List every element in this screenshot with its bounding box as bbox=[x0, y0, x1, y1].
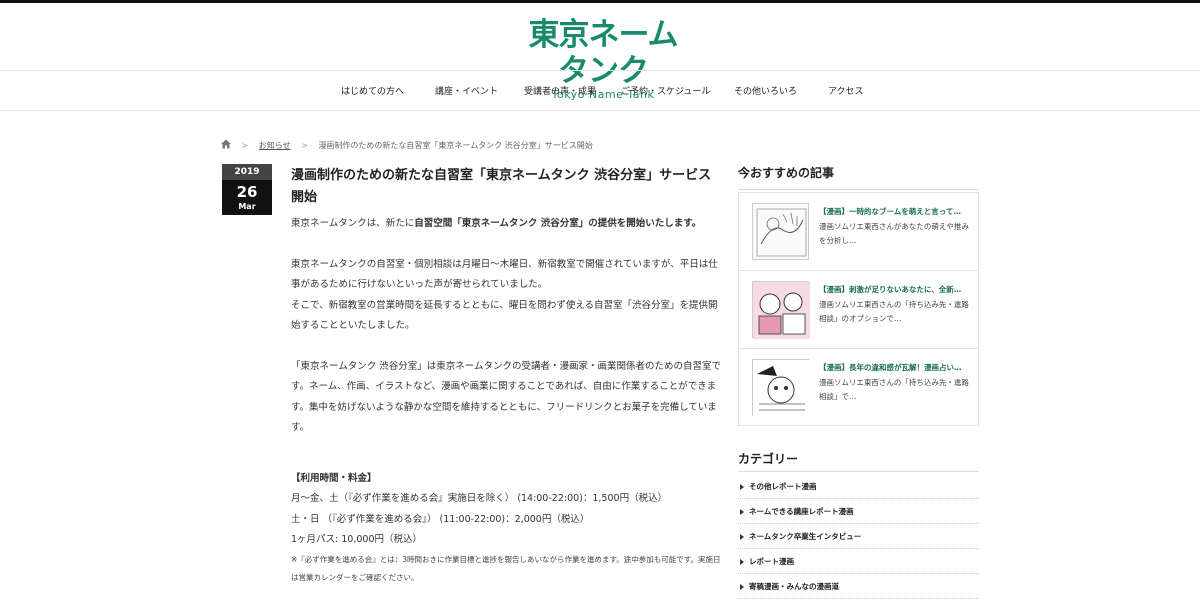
date-day: 26 bbox=[236, 183, 258, 201]
fee-note: ※『必ず作業を進める会』とは：3時間おきに作業目標と進捗を報告しあいながら作業を… bbox=[291, 554, 721, 582]
category-label: その他レポート漫画 bbox=[749, 482, 817, 491]
article-paragraph: 「東京ネームタンク 渋谷分室」は東京ネームタンクの受講者・漫画家・画業関係者のた… bbox=[291, 360, 721, 434]
category-heading: カテゴリー bbox=[738, 450, 979, 472]
fee-heading: 【利用時間・料金】 bbox=[291, 472, 377, 484]
nav-item-schedule[interactable]: ご予約・スケジュール bbox=[621, 84, 710, 97]
category-item[interactable]: レポート漫画 bbox=[738, 549, 979, 574]
recommend-heading: 今おすすめの記事 bbox=[738, 164, 979, 190]
recommended-item[interactable]: 【漫画】刺激が足りないあなたに、全新… 漫画ソムリエ東西さんの「持ち込み先・進路… bbox=[739, 271, 978, 349]
category-list: その他レポート漫画 ネームできる講座レポート漫画 ネームタンク卒業生インタビュー… bbox=[738, 474, 979, 599]
recommended-desc: 漫画ソムリエ東西さんがあなたの萌えや推みを分析し… bbox=[819, 222, 969, 245]
category-label: ネームタンク卒業生インタビュー bbox=[749, 532, 862, 541]
site-logo[interactable]: 東京ネームタンク Tokyo Name Tank bbox=[518, 17, 688, 101]
recommended-title[interactable]: 【漫画】一時的なブームを萌えと言って… bbox=[819, 206, 971, 217]
category-item[interactable]: ネームタンク卒業生インタビュー bbox=[738, 524, 979, 549]
breadcrumb-separator: > bbox=[301, 140, 308, 150]
category-item[interactable]: 寄稿漫画・みんなの漫画道 bbox=[738, 574, 979, 599]
category-label: ネームできる講座レポート漫画 bbox=[749, 507, 854, 516]
thumbnail-image bbox=[752, 359, 810, 417]
category-item[interactable]: その他レポート漫画 bbox=[738, 474, 979, 499]
date-month: Mar bbox=[238, 202, 256, 211]
nav-item-misc[interactable]: その他いろいろ bbox=[734, 84, 797, 97]
recommended-desc: 漫画ソムリエ東西さんの「持ち込み先・進路相談」で… bbox=[819, 378, 969, 401]
fee-line: 月～金、土（『必ず作業を進める会』実施日を除く） (14:00-22:00)：1… bbox=[291, 493, 668, 504]
nav-item-access[interactable]: アクセス bbox=[828, 84, 864, 97]
site-header: 東京ネームタンク Tokyo Name Tank bbox=[0, 3, 1200, 101]
breadcrumb-category[interactable]: お知らせ bbox=[259, 140, 291, 151]
arrow-right-icon bbox=[740, 509, 744, 515]
thumbnail-image bbox=[752, 281, 810, 339]
recommended-item[interactable]: 【漫画】一時的なブームを萌えと言って… 漫画ソムリエ東西さんがあなたの萌えや推み… bbox=[739, 193, 978, 271]
nav-item-courses[interactable]: 講座・イベント bbox=[435, 84, 498, 97]
home-icon[interactable] bbox=[221, 139, 231, 151]
date-year: 2019 bbox=[222, 164, 272, 180]
arrow-right-icon bbox=[740, 559, 744, 565]
category-label: レポート漫画 bbox=[749, 557, 794, 566]
sidebar: 今おすすめの記事 【漫画】一時的なブームを萌えと言って… 漫画ソムリエ東西さんが… bbox=[738, 164, 979, 599]
category-label: 寄稿漫画・みんなの漫画道 bbox=[749, 582, 839, 591]
category-item[interactable]: ネームできる講座レポート漫画 bbox=[738, 499, 979, 524]
fee-line: 土・日 （『必ず作業を進める会』） (11:00-22:00)：2,000円（税… bbox=[291, 513, 590, 525]
recommended-list: 【漫画】一時的なブームを萌えと言って… 漫画ソムリエ東西さんがあなたの萌えや推み… bbox=[738, 192, 979, 426]
article-paragraph: 東京ネームタンクの自習室・個別相談は月曜日～木曜日、新宿教室で開催されていますが… bbox=[291, 258, 718, 291]
article-intro: 東京ネームタンクは、新たに自習空間「東京ネームタンク 渋谷分室」の提供を開始いた… bbox=[291, 214, 721, 235]
breadcrumb: > お知らせ > 漫画制作のための新たな自習室「東京ネームタンク 渋谷分室」サー… bbox=[221, 139, 593, 153]
intro-text: 東京ネームタンクは、新たに bbox=[291, 218, 415, 229]
article-title: 漫画制作のための新たな自習室「東京ネームタンク 渋谷分室」サービス開始 bbox=[291, 168, 712, 205]
recommended-item[interactable]: 【漫画】長年の違和感が瓦解！漫画占い… 漫画ソムリエ東西さんの「持ち込み先・進路… bbox=[739, 349, 978, 427]
recommended-title[interactable]: 【漫画】長年の違和感が瓦解！漫画占い… bbox=[819, 362, 971, 373]
date-day-box: 26 Mar bbox=[222, 180, 272, 215]
breadcrumb-separator: > bbox=[241, 140, 249, 150]
nav-item-voices[interactable]: 受講者の声・成果 bbox=[524, 84, 596, 97]
article-body: 東京ネームタンクは、新たに自習空間「東京ネームタンク 渋谷分室」の提供を開始いた… bbox=[291, 214, 721, 587]
article-paragraph: そこで、新宿教室の営業時間を延長するとともに、曜日を問わず使える自習室「渋谷分室… bbox=[291, 299, 718, 332]
nav-item-beginners[interactable]: はじめての方へ bbox=[341, 84, 404, 97]
arrow-right-icon bbox=[740, 534, 744, 540]
recommended-desc: 漫画ソムリエ東西さんの「持ち込み先・進路相談」のオプションで… bbox=[819, 300, 969, 323]
recommended-title[interactable]: 【漫画】刺激が足りないあなたに、全新… bbox=[819, 284, 971, 295]
arrow-right-icon bbox=[740, 484, 744, 490]
breadcrumb-current: 漫画制作のための新たな自習室「東京ネームタンク 渋谷分室」サービス開始 bbox=[318, 140, 593, 150]
post-date: 2019 26 Mar bbox=[222, 164, 272, 215]
arrow-right-icon bbox=[740, 584, 744, 590]
thumbnail-image bbox=[752, 203, 809, 260]
main-nav: はじめての方へ 講座・イベント 受講者の声・成果 ご予約・スケジュール その他い… bbox=[0, 70, 1200, 111]
fee-line: 1ヶ月パス: 10,000円（税込） bbox=[291, 534, 423, 545]
intro-bold-text: 自習空間「東京ネームタンク 渋谷分室」の提供を開始いたします。 bbox=[414, 218, 702, 229]
